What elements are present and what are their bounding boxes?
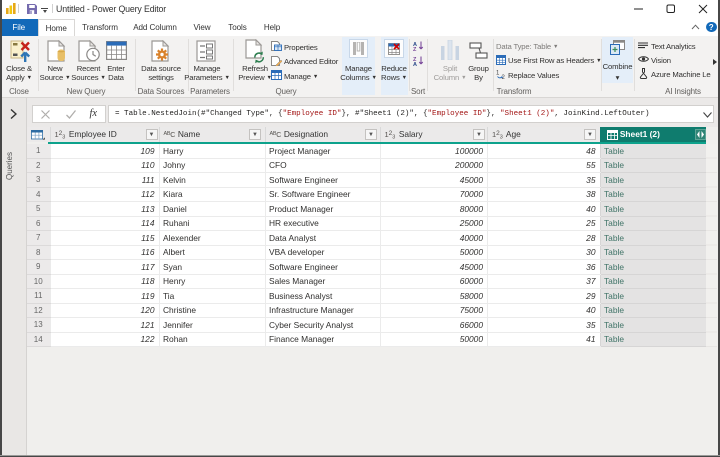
svg-text:1: 1 xyxy=(496,71,500,77)
